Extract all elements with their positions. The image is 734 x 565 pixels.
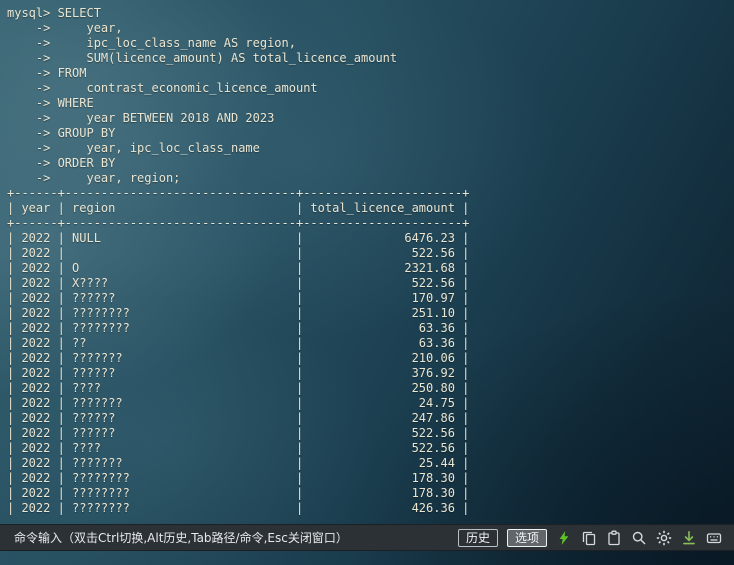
terminal-line: | 2022 | ??????? | 210.06 |: [7, 351, 470, 365]
terminal-line: -> year BETWEEN 2018 AND 2023: [7, 111, 275, 125]
terminal-line: -> SUM(licence_amount) AS total_licence_…: [7, 51, 398, 65]
terminal-line: -> ipc_loc_class_name AS region,: [7, 36, 296, 50]
terminal-line: | 2022 | ???????? | 426.36 |: [7, 501, 470, 515]
terminal-line: | 2022 | ?????? | 247.86 |: [7, 411, 470, 425]
copy-icon[interactable]: [581, 530, 597, 546]
terminal-line: | 2022 | NULL | 6476.23 |: [7, 231, 470, 245]
command-input-bar: 命令输入（双击Ctrl切换,Alt历史,Tab路径/命令,Esc关闭窗口） 历史…: [0, 524, 734, 551]
terminal-line: | 2022 | ??????? | 25.44 |: [7, 456, 470, 470]
terminal-lines: mysql> SELECT -> year, -> ipc_loc_class_…: [7, 6, 734, 516]
history-button[interactable]: 历史: [457, 528, 498, 547]
terminal-line: | 2022 | ???????? | 63.36 |: [7, 321, 470, 335]
paste-icon[interactable]: [606, 530, 622, 546]
terminal-line: -> contrast_economic_licence_amount: [7, 81, 318, 95]
terminal-line: | 2022 | ??????? | 24.75 |: [7, 396, 470, 410]
terminal-line: -> year, ipc_loc_class_name: [7, 141, 260, 155]
command-input-hint[interactable]: 命令输入（双击Ctrl切换,Alt历史,Tab路径/命令,Esc关闭窗口）: [14, 529, 449, 546]
terminal-line: | 2022 | ???????? | 251.10 |: [7, 306, 470, 320]
gear-icon[interactable]: [656, 530, 672, 546]
lightning-icon[interactable]: [556, 530, 572, 546]
keyboard-icon[interactable]: [706, 530, 722, 546]
terminal-line: +------+--------------------------------…: [7, 216, 470, 230]
terminal-line: | 2022 | ???????? | 178.30 |: [7, 486, 470, 500]
terminal-line: mysql> SELECT: [7, 6, 101, 20]
terminal-line: | 2022 | ???? | 522.56 |: [7, 441, 470, 455]
terminal-line: | 2022 | X???? | 522.56 |: [7, 276, 470, 290]
terminal-line: | 2022 | ?? | 63.36 |: [7, 336, 470, 350]
terminal-line: | 2022 | ???? | 250.80 |: [7, 381, 470, 395]
search-icon[interactable]: [631, 530, 647, 546]
terminal-line: -> year,: [7, 21, 123, 35]
download-icon[interactable]: [681, 530, 697, 546]
terminal-line: -> FROM: [7, 66, 87, 80]
terminal-line: +------+--------------------------------…: [7, 186, 470, 200]
terminal-line: -> WHERE: [7, 96, 94, 110]
terminal-line: -> year, region;: [7, 171, 181, 185]
terminal-line: -> ORDER BY: [7, 156, 116, 170]
terminal-output[interactable]: mysql> SELECT -> year, -> ipc_loc_class_…: [0, 0, 734, 565]
terminal-line: | 2022 | ???????? | 178.30 |: [7, 471, 470, 485]
terminal-line: | 2022 | ?????? | 376.92 |: [7, 366, 470, 380]
command-bar-actions: 历史 选项: [449, 528, 722, 547]
terminal-line: | 2022 | | 522.56 |: [7, 246, 470, 260]
terminal-line: | 2022 | ?????? | 170.97 |: [7, 291, 470, 305]
options-button[interactable]: 选项: [506, 528, 547, 547]
terminal-line: | 2022 | O | 2321.68 |: [7, 261, 470, 275]
terminal-line: | 2022 | ?????? | 522.56 |: [7, 426, 470, 440]
finalshell-terminal-window: mysql> SELECT -> year, -> ipc_loc_class_…: [0, 0, 734, 565]
terminal-line: | year | region | total_licence_amount |: [7, 201, 470, 215]
terminal-line: -> GROUP BY: [7, 126, 116, 140]
